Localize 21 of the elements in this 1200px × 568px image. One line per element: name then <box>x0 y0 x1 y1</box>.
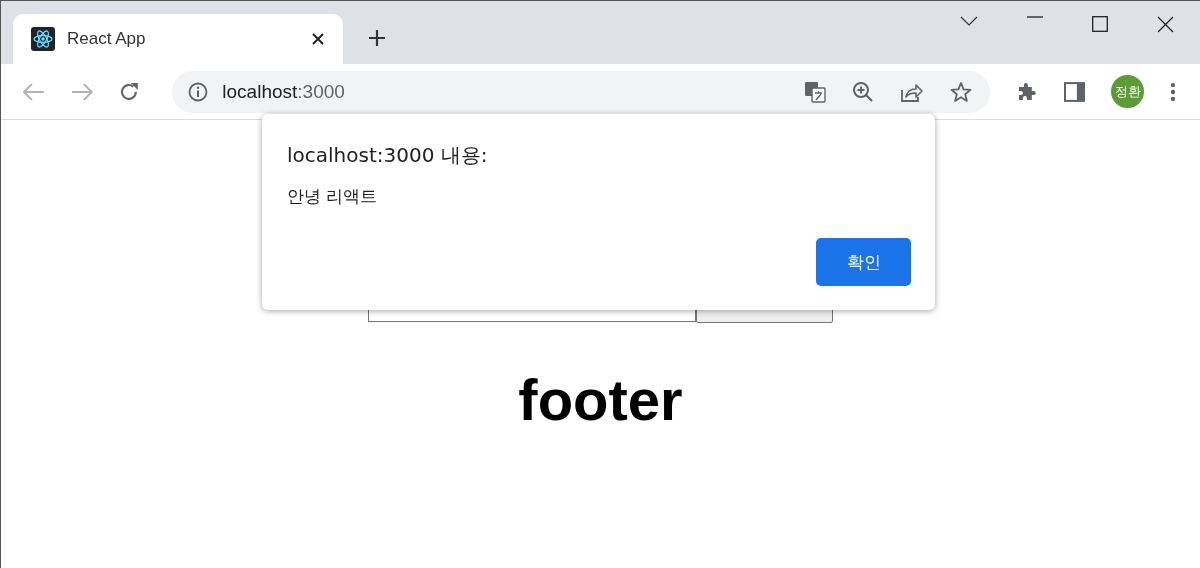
dialog-title: localhost:3000 내용: <box>287 142 489 169</box>
chevron-down-icon[interactable] <box>960 16 978 26</box>
dialog-message: 안녕 리액트 <box>287 185 379 208</box>
footer-heading: footer <box>518 371 683 429</box>
ok-button[interactable]: 확인 <box>816 238 911 286</box>
reload-icon[interactable] <box>118 81 139 102</box>
info-icon[interactable] <box>188 81 209 102</box>
tab-title: React App <box>67 29 147 49</box>
translate-icon[interactable] <box>803 80 826 103</box>
address-bar[interactable]: localhost:3000 <box>172 70 990 113</box>
zoom-in-icon[interactable] <box>851 80 874 103</box>
side-panel-icon[interactable] <box>1063 81 1086 102</box>
new-tab-icon[interactable] <box>368 29 386 47</box>
close-icon[interactable] <box>311 32 325 46</box>
menu-icon[interactable] <box>1170 81 1176 102</box>
star-icon[interactable] <box>949 80 972 103</box>
atom-icon <box>31 27 55 51</box>
url-text: localhost:3000 <box>222 80 345 103</box>
browser-tab[interactable]: React App <box>13 14 343 64</box>
close-icon[interactable] <box>1157 16 1174 33</box>
maximize-icon[interactable] <box>1092 16 1108 32</box>
